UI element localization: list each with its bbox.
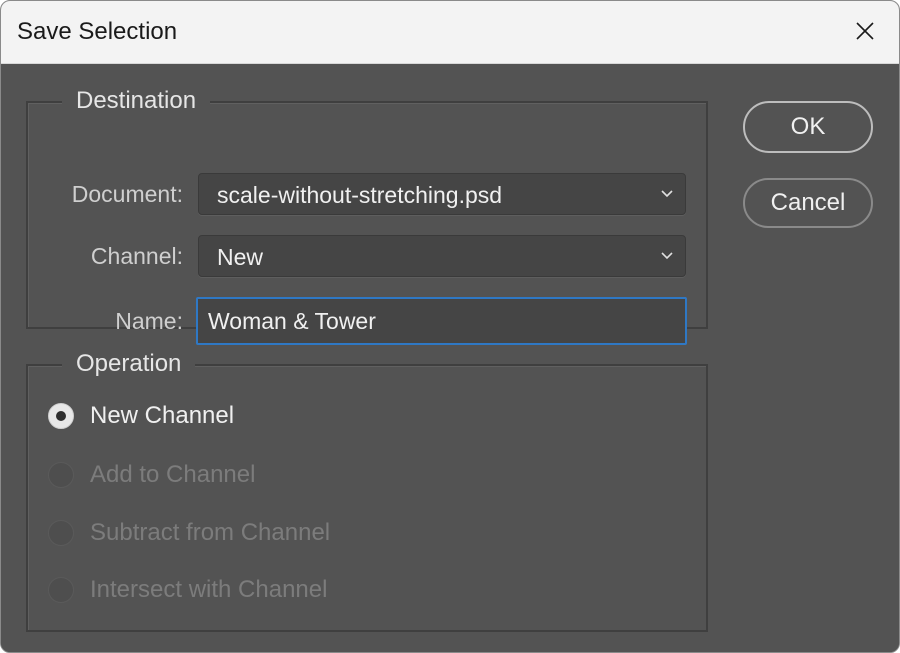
radio-checked-icon[interactable] <box>48 403 74 429</box>
document-select[interactable]: scale-without-stretching.psd <box>198 173 686 215</box>
chevron-down-icon <box>661 190 673 198</box>
destination-group: Destination Document: scale-without-stre… <box>26 81 708 345</box>
destination-legend: Destination <box>62 81 211 121</box>
radio-unchecked-icon <box>48 520 74 546</box>
radio-intersect-with-channel: Intersect with Channel <box>48 574 327 606</box>
radio-label: Intersect with Channel <box>90 576 328 603</box>
close-button[interactable] <box>849 15 881 47</box>
radio-unchecked-icon <box>48 462 74 488</box>
radio-label: Add to Channel <box>90 461 256 488</box>
cancel-button[interactable]: Cancel <box>743 178 873 228</box>
radio-subtract-from-channel: Subtract from Channel <box>48 517 330 549</box>
name-input[interactable] <box>196 297 687 345</box>
radio-add-to-channel: Add to Channel <box>48 459 255 491</box>
close-icon <box>856 22 874 40</box>
operation-legend: Operation <box>62 344 196 384</box>
ok-button[interactable]: OK <box>743 101 873 153</box>
name-label: Name: <box>115 308 183 334</box>
radio-label: New Channel <box>90 402 235 429</box>
chevron-down-icon <box>661 252 673 260</box>
radio-new-channel[interactable]: New Channel <box>48 400 234 432</box>
channel-label: Channel: <box>90 243 183 269</box>
document-label: Document: <box>71 181 183 207</box>
channel-select-value: New <box>217 244 264 270</box>
document-select-value: scale-without-stretching.psd <box>217 182 503 208</box>
dialog-content: Destination Document: scale-without-stre… <box>1 64 899 652</box>
title-bar: Save Selection <box>1 1 899 64</box>
operation-group: Operation New Channel Add to Channel Sub… <box>26 344 708 632</box>
dialog-title: Save Selection <box>17 18 178 45</box>
save-selection-dialog: Save Selection Destination Document: sca… <box>0 0 900 653</box>
radio-unchecked-icon <box>48 577 74 603</box>
channel-select[interactable]: New <box>198 235 686 277</box>
radio-label: Subtract from Channel <box>90 519 331 546</box>
